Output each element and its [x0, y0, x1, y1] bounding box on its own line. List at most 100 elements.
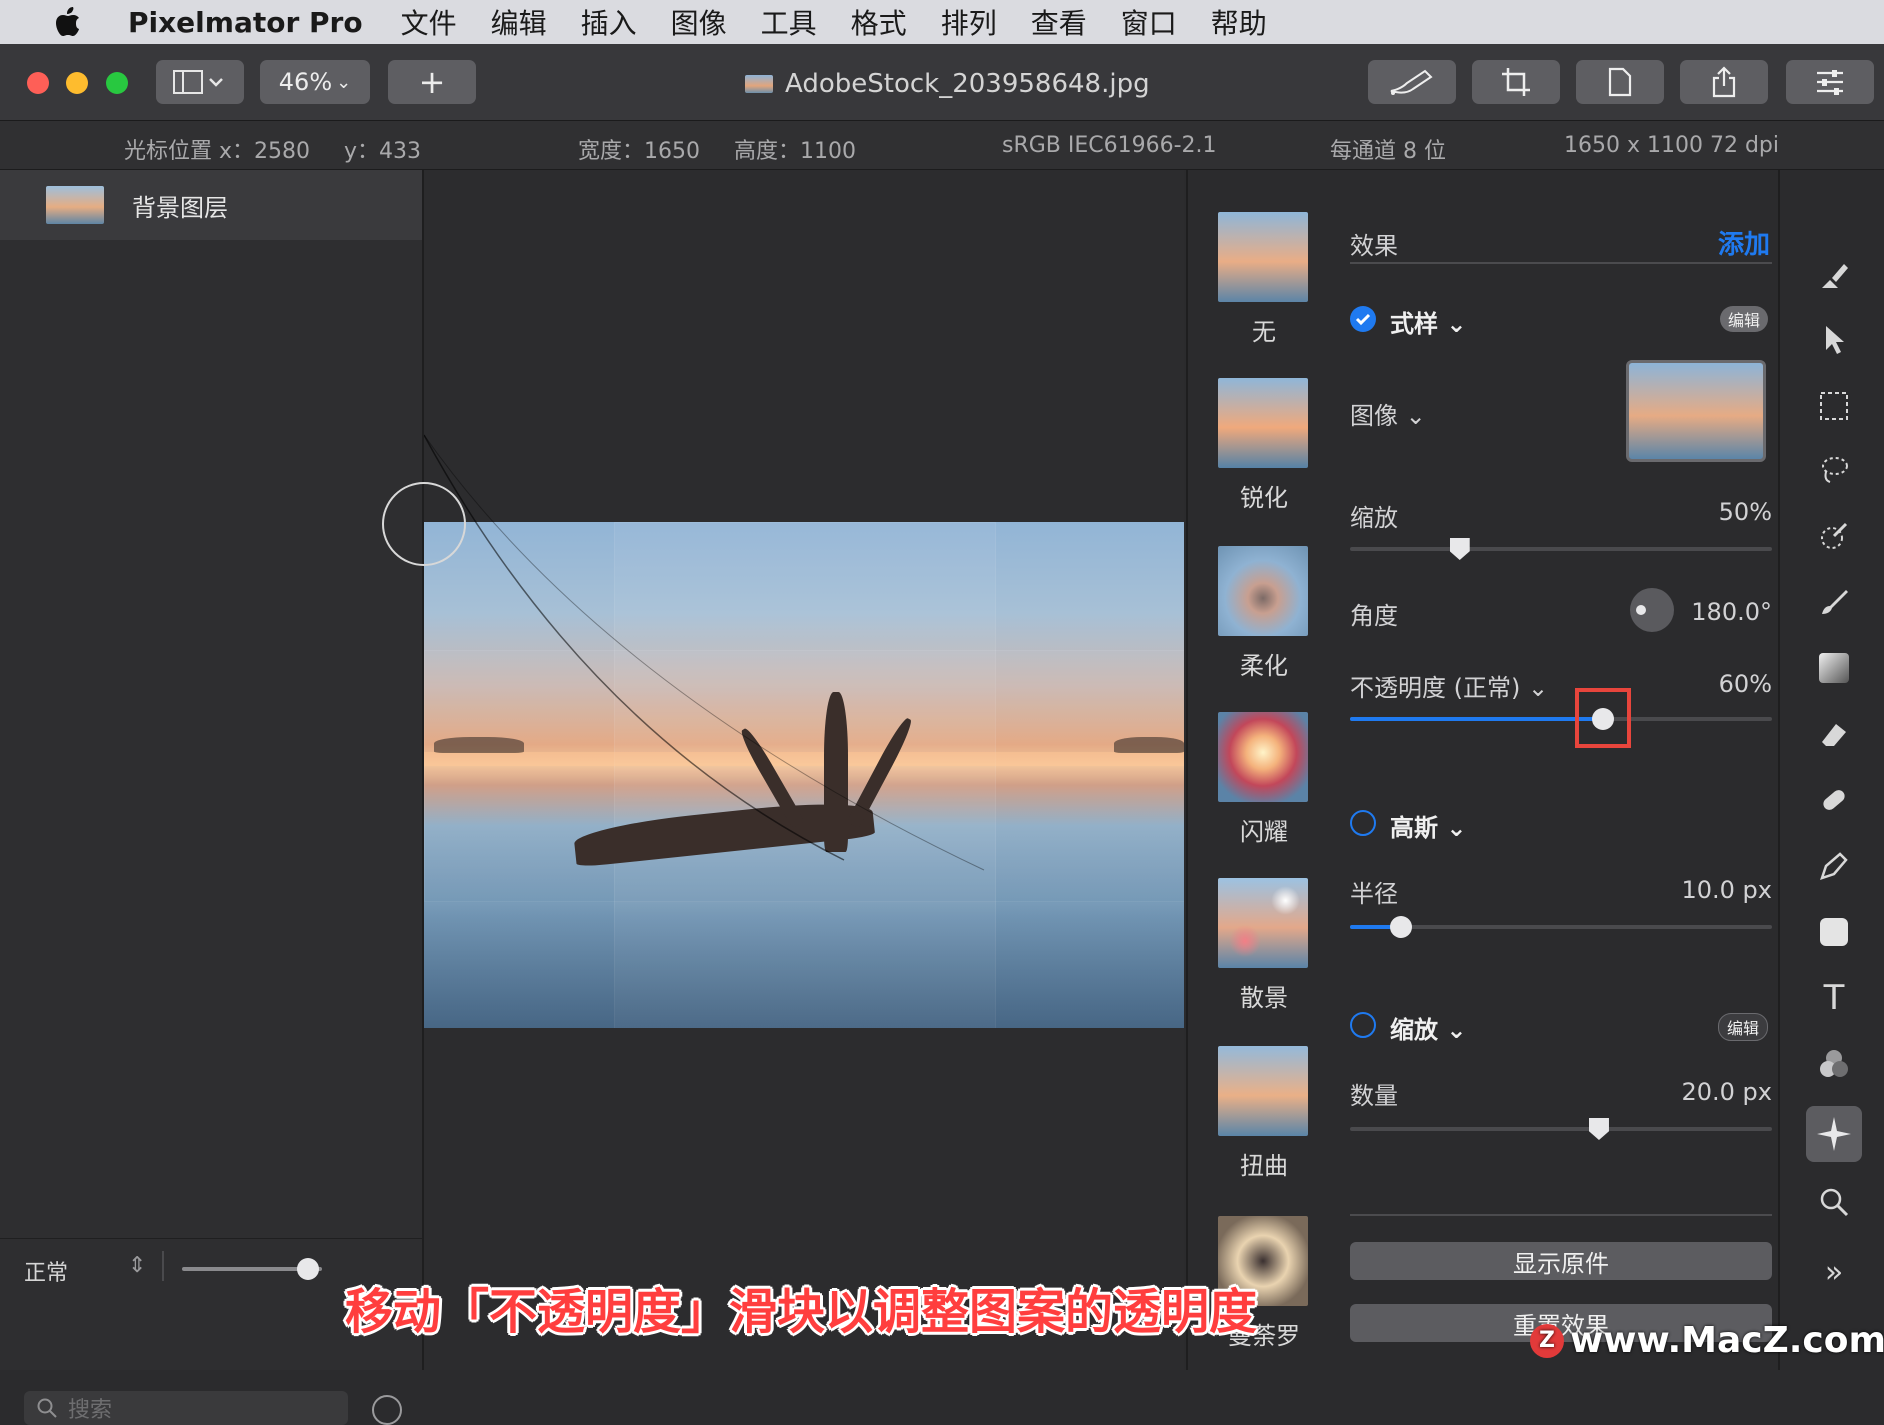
chevron-up-down-icon[interactable]: ⇕	[128, 1253, 146, 1278]
sidebar-toggle-button[interactable]	[156, 60, 244, 104]
preset-label: 散景	[1240, 984, 1288, 1012]
scale-slider-knob[interactable]	[1449, 538, 1470, 560]
menu-arrange[interactable]: 排列	[941, 2, 997, 42]
inspector-button[interactable]	[1786, 60, 1874, 104]
zoom-level-button[interactable]: 46% ⌄	[260, 60, 370, 104]
bit-depth-readout: 每通道 8 位	[1330, 139, 1446, 164]
preset-soften[interactable]: 柔化	[1218, 546, 1310, 681]
search-icon	[37, 1398, 57, 1418]
document-title-label: AdobeStock_203958648.jpg	[785, 69, 1150, 99]
image-width-readout: 宽度：1650	[578, 139, 700, 164]
preset-none[interactable]: 无	[1218, 212, 1310, 347]
color-picker-tool-icon[interactable]	[1810, 512, 1858, 560]
pattern-title[interactable]: 式样 ⌄	[1390, 304, 1466, 339]
layer-opacity-knob[interactable]	[297, 1258, 319, 1280]
effect-presets-panel: 无 锐化 柔化 闪耀 散景 扭曲 曼荼罗	[1186, 170, 1350, 1370]
preset-label: 柔化	[1240, 652, 1288, 680]
scale-label: 缩放	[1350, 504, 1398, 532]
zoom-blur-enable-checkbox[interactable]	[1350, 1012, 1376, 1038]
menu-view[interactable]: 查看	[1031, 2, 1087, 42]
preset-label: 无	[1252, 318, 1276, 346]
canvas-area[interactable]	[382, 170, 1184, 1370]
zoom-blur-edit-button[interactable]: 编辑	[1718, 1013, 1769, 1041]
add-effect-link[interactable]: 添加	[1718, 224, 1770, 261]
color-adjust-tool-icon[interactable]	[1810, 1040, 1858, 1088]
opacity-value: 60%	[1718, 670, 1772, 698]
pen-tool-icon[interactable]	[1810, 842, 1858, 890]
scale-slider[interactable]	[1350, 547, 1772, 551]
effects-header: 效果	[1350, 232, 1398, 260]
menu-file[interactable]: 文件	[401, 2, 457, 42]
pattern-origin-handle[interactable]	[382, 482, 466, 566]
cursor-y-readout: y：433	[344, 139, 422, 164]
zoom-tool-icon[interactable]	[1810, 1178, 1858, 1226]
share-button[interactable]	[1680, 60, 1768, 104]
arrange-tool-icon[interactable]	[1810, 316, 1858, 364]
selection-tool-icon[interactable]	[1810, 382, 1858, 430]
pattern-image-label[interactable]: 图像 ⌄	[1350, 396, 1426, 431]
pattern-enable-checkbox[interactable]	[1350, 306, 1376, 332]
menu-window[interactable]: 窗口	[1121, 2, 1177, 42]
filter-icon[interactable]	[372, 1395, 402, 1425]
preset-label: 锐化	[1240, 484, 1288, 512]
blend-mode-select[interactable]: 正常	[24, 1255, 68, 1287]
apple-icon[interactable]	[42, 5, 94, 39]
zoom-window-button[interactable]	[106, 72, 128, 94]
menu-format[interactable]: 格式	[851, 2, 907, 42]
angle-dial[interactable]	[1630, 588, 1674, 632]
gaussian-title[interactable]: 高斯 ⌄	[1390, 808, 1466, 843]
document-title: AdobeStock_203958648.jpg	[745, 64, 1150, 104]
style-tool-icon[interactable]	[1810, 252, 1858, 300]
opacity-label[interactable]: 不透明度 (正常) ⌄	[1350, 668, 1548, 703]
add-button[interactable]: +	[388, 60, 476, 104]
menu-image[interactable]: 图像	[671, 2, 727, 42]
preset-shine[interactable]: 闪耀	[1218, 712, 1310, 847]
minimize-window-button[interactable]	[66, 72, 88, 94]
more-tools-icon[interactable]: »	[1810, 1248, 1858, 1296]
gaussian-enable-checkbox[interactable]	[1350, 810, 1376, 836]
close-window-button[interactable]	[27, 72, 49, 94]
eraser-tool-icon[interactable]	[1810, 710, 1858, 758]
radius-value: 10.0 px	[1681, 876, 1772, 904]
pattern-image-well[interactable]	[1626, 360, 1766, 462]
layer-search-field[interactable]: 搜索	[24, 1391, 348, 1425]
lasso-tool-icon[interactable]	[1810, 446, 1858, 494]
preset-distort[interactable]: 扭曲	[1218, 1046, 1310, 1181]
menu-tools[interactable]: 工具	[761, 2, 817, 42]
menu-edit[interactable]: 编辑	[491, 2, 547, 42]
preset-bokeh[interactable]: 散景	[1218, 878, 1310, 1013]
paint-tool-icon[interactable]	[1810, 578, 1858, 626]
preset-thumbnail	[1218, 378, 1308, 468]
menu-insert[interactable]: 插入	[581, 2, 637, 42]
resolution-readout: 1650 x 1100 72 dpi	[1564, 133, 1780, 158]
layer-row[interactable]: 背景图层	[0, 170, 422, 240]
preset-sharpen[interactable]: 锐化	[1218, 378, 1310, 513]
pattern-edit-button[interactable]: 编辑	[1720, 306, 1769, 332]
tools-sidebar: T »	[1778, 170, 1884, 1370]
type-tool-icon[interactable]: T	[1810, 974, 1858, 1022]
gradient-tool-icon[interactable]	[1810, 644, 1858, 692]
amount-slider[interactable]	[1350, 1127, 1772, 1131]
amount-slider-knob[interactable]	[1588, 1118, 1609, 1140]
amount-value: 20.0 px	[1681, 1078, 1772, 1106]
zoom-blur-title[interactable]: 缩放 ⌄	[1390, 1010, 1466, 1045]
effects-tool-icon[interactable]	[1806, 1106, 1862, 1162]
document-icon	[1608, 67, 1632, 97]
divider	[1350, 262, 1772, 264]
watermark-logo-icon: Z	[1530, 1323, 1564, 1358]
quick-selection-button[interactable]	[1368, 60, 1456, 104]
divider	[1350, 1214, 1772, 1216]
amount-label: 数量	[1350, 1082, 1398, 1110]
radius-slider[interactable]	[1350, 925, 1772, 929]
preset-thumbnail	[1218, 212, 1308, 302]
app-menu[interactable]: Pixelmator Pro	[128, 6, 363, 39]
crop-button[interactable]	[1472, 60, 1560, 104]
watermark: Z www.MacZ.com	[1530, 1320, 1884, 1361]
document-button[interactable]	[1576, 60, 1664, 104]
menu-help[interactable]: 帮助	[1211, 2, 1267, 42]
radius-slider-knob[interactable]	[1389, 916, 1412, 938]
show-original-button[interactable]: 显示原件	[1350, 1242, 1772, 1280]
opacity-slider-fill	[1350, 717, 1604, 721]
shape-tool-icon[interactable]	[1810, 908, 1858, 956]
repair-tool-icon[interactable]	[1810, 776, 1858, 824]
